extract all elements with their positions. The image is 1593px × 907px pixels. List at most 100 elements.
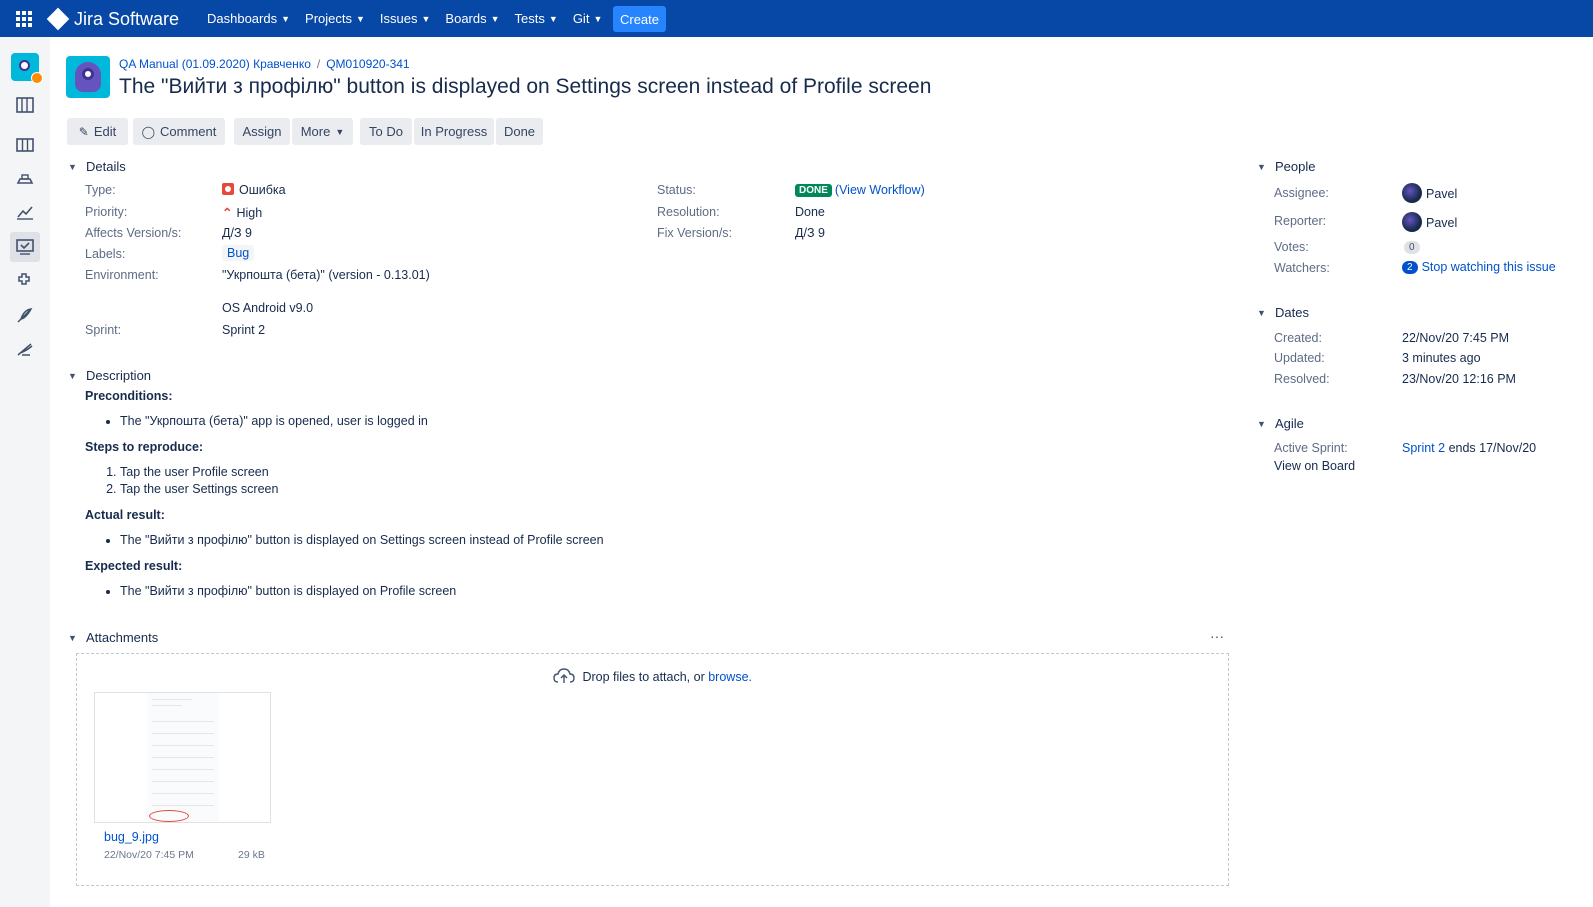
- agile-toggle[interactable]: ▼ Agile: [1257, 416, 1304, 431]
- plugin-icon[interactable]: [13, 337, 37, 361]
- attachments-more-icon[interactable]: ···: [1210, 628, 1224, 644]
- chevron-down-icon: ▼: [68, 632, 77, 643]
- environment-label: Environment:: [85, 268, 159, 282]
- labels-label: Labels:: [85, 247, 126, 261]
- chevron-down-icon: ▼: [593, 13, 603, 24]
- nav-dashboards[interactable]: Dashboards ▼: [207, 11, 290, 26]
- nav-boards[interactable]: Boards ▼: [445, 11, 499, 26]
- project-avatar-icon[interactable]: [11, 53, 43, 84]
- updated-label: Updated:: [1274, 351, 1325, 365]
- backlog-icon[interactable]: [13, 93, 37, 117]
- status-value: DONE (View Workflow): [795, 183, 925, 197]
- reporter-value[interactable]: Pavel: [1402, 212, 1457, 232]
- breadcrumb-issue-key[interactable]: QM010920-341: [326, 57, 409, 71]
- nav-dashboards-label: Dashboards: [207, 11, 278, 26]
- status-in-progress-button[interactable]: In Progress: [414, 118, 494, 145]
- sprint-link[interactable]: Sprint 2: [1402, 441, 1445, 455]
- more-button[interactable]: More ▼: [292, 118, 353, 145]
- nav-menu: Dashboards ▼ Projects ▼ Issues ▼ Boards ▼ Te…: [207, 0, 617, 37]
- chevron-down-icon: ▼: [548, 13, 558, 24]
- votes-label: Votes:: [1274, 240, 1309, 254]
- details-heading: Details: [86, 159, 126, 174]
- breadcrumb-separator: /: [316, 57, 321, 71]
- drop-area-text: Drop files to attach, or browse.: [77, 668, 1228, 684]
- list-item: The "Вийти з профілю" button is displaye…: [120, 532, 604, 549]
- resolved-value: 23/Nov/20 12:16 PM: [1402, 372, 1516, 386]
- view-on-board-link[interactable]: View on Board: [1274, 459, 1355, 473]
- people-toggle[interactable]: ▼ People: [1257, 159, 1315, 174]
- chevron-down-icon: ▼: [1257, 307, 1266, 318]
- comment-button[interactable]: ◯ Comment: [133, 118, 225, 145]
- assignee-name: Pavel: [1426, 187, 1458, 201]
- nav-git[interactable]: Git ▼: [573, 11, 603, 26]
- top-navigation: Jira Software Dashboards ▼ Projects ▼ Issu…: [0, 0, 1593, 37]
- status-todo-button[interactable]: To Do: [360, 118, 412, 145]
- environment-line2: OS Android v9.0: [222, 301, 314, 315]
- issues-icon[interactable]: [10, 232, 40, 262]
- created-label: Created:: [1274, 331, 1322, 345]
- issue-title[interactable]: The "Вийти з профілю" button is displaye…: [119, 75, 931, 99]
- chevron-down-icon: ▼: [335, 126, 345, 137]
- board-icon[interactable]: [13, 133, 37, 157]
- priority-text: High: [236, 206, 263, 220]
- reports-icon[interactable]: [13, 200, 37, 224]
- attachment-size: 29 kB: [238, 849, 265, 861]
- expected-list: The "Вийти з профілю" button is displaye…: [85, 583, 456, 600]
- watchers-count-badge[interactable]: 2: [1402, 261, 1418, 274]
- resolution-value: Done: [795, 205, 825, 219]
- avatar: [1402, 183, 1422, 203]
- status-done-button[interactable]: Done: [496, 118, 543, 145]
- reporter-label: Reporter:: [1274, 214, 1327, 228]
- breadcrumb-project-link[interactable]: QA Manual (01.09.2020) Кравченко: [119, 57, 311, 71]
- screenshot-preview: [147, 693, 219, 822]
- browse-link[interactable]: browse.: [708, 670, 752, 684]
- attachment-thumbnail[interactable]: [94, 692, 271, 823]
- description-toggle[interactable]: ▼ Description: [68, 368, 151, 383]
- project-avatar[interactable]: [66, 56, 110, 98]
- chevron-down-icon: ▼: [421, 13, 431, 24]
- feather-icon[interactable]: [13, 303, 37, 327]
- list-item: The "Вийти з профілю" button is displaye…: [120, 583, 456, 600]
- attachment-filename[interactable]: bug_9.jpg: [104, 830, 159, 844]
- nav-projects-label: Projects: [305, 11, 352, 26]
- avatar: [1402, 212, 1422, 232]
- nav-tests[interactable]: Tests ▼: [515, 11, 558, 26]
- affects-version-label: Affects Version/s:: [85, 226, 182, 240]
- assign-button[interactable]: Assign: [234, 118, 290, 145]
- resolution-label: Resolution:: [657, 205, 720, 219]
- fix-version-link[interactable]: Д/З 9: [795, 226, 825, 240]
- nav-git-label: Git: [572, 11, 590, 26]
- assignee-value[interactable]: Pavel: [1402, 183, 1457, 203]
- watchers-label: Watchers:: [1274, 261, 1330, 275]
- nav-projects[interactable]: Projects ▼: [305, 11, 365, 26]
- app-switcher-icon[interactable]: [16, 11, 32, 27]
- details-toggle[interactable]: ▼ Details: [68, 159, 126, 174]
- bug-type-icon: [222, 183, 234, 195]
- people-heading: People: [1275, 159, 1316, 174]
- attachments-toggle[interactable]: ▼ Attachments: [68, 630, 158, 645]
- sprint-label: Sprint:: [85, 323, 122, 337]
- list-item: Tap the user Settings screen: [120, 481, 278, 498]
- affects-version-link[interactable]: Д/З 9: [222, 226, 252, 240]
- nav-tests-label: Tests: [514, 11, 545, 26]
- jira-logo[interactable]: Jira Software: [46, 7, 179, 31]
- status-label: Status:: [657, 183, 696, 197]
- dates-toggle[interactable]: ▼ Dates: [1257, 305, 1309, 320]
- votes-value[interactable]: 0: [1404, 239, 1420, 254]
- stop-watching-link[interactable]: Stop watching this issue: [1422, 260, 1556, 274]
- edit-button[interactable]: ✎ Edit: [67, 118, 128, 145]
- reporter-name: Pavel: [1426, 216, 1458, 230]
- project-sidebar: [0, 37, 50, 907]
- view-workflow-link[interactable]: (View Workflow): [835, 183, 925, 197]
- releases-icon[interactable]: [13, 167, 37, 191]
- steps-heading: Steps to reproduce:: [85, 440, 204, 454]
- priority-value[interactable]: ⌃ High: [222, 205, 262, 220]
- create-button[interactable]: Create: [613, 6, 666, 32]
- nav-issues[interactable]: Issues ▼: [380, 11, 431, 26]
- steps-list: Tap the user Profile screen Tap the user…: [85, 464, 278, 498]
- components-icon[interactable]: [13, 269, 37, 293]
- list-item: Tap the user Profile screen: [120, 464, 278, 481]
- labels-value: Bug: [222, 245, 255, 261]
- highlight-circle: [149, 810, 189, 822]
- label-chip-bug[interactable]: Bug: [222, 245, 255, 261]
